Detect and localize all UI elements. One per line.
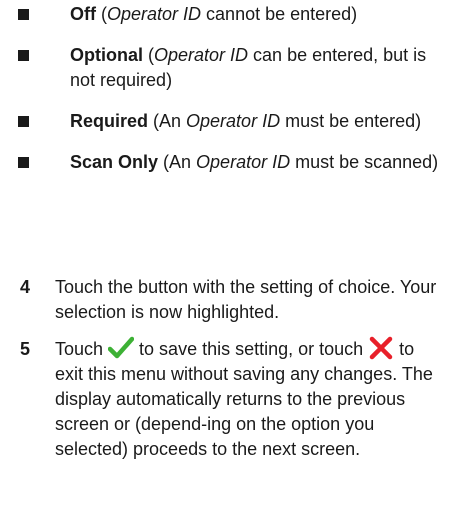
option-scan-only: Scan Only (An Operator ID must be scanne… [16, 150, 446, 175]
option-desc-open: (An [148, 111, 187, 131]
checkmark-icon [107, 336, 135, 360]
step-4: 4 Touch the button with the setting of c… [20, 275, 445, 325]
bullet-square-icon [18, 157, 29, 168]
option-name: Optional [70, 45, 143, 65]
option-desc-rest: cannot be entered) [201, 4, 358, 24]
operator-id-options-list: Off (Operator ID cannot be entered) Opti… [16, 2, 446, 191]
step-text: Touch the button with the setting of cho… [55, 277, 437, 322]
step-number: 5 [20, 339, 31, 359]
bullet-square-icon [18, 9, 29, 20]
step-number: 4 [20, 277, 31, 297]
step-text-b: to save this setting, or touch [134, 339, 369, 359]
instruction-steps: 4 Touch the button with the setting of c… [20, 275, 445, 474]
option-desc-italic: Operator ID [186, 111, 281, 131]
option-desc-italic: Operator ID [154, 45, 249, 65]
option-desc-rest: must be entered) [280, 111, 422, 131]
option-optional: Optional (Operator ID can be entered, bu… [16, 43, 446, 93]
x-cross-icon [368, 336, 394, 360]
option-desc-open: ( [96, 4, 107, 24]
option-required: Required (An Operator ID must be entered… [16, 109, 446, 134]
option-desc-open: (An [158, 152, 197, 172]
option-name: Scan Only [70, 152, 159, 172]
step-5: 5 Touch to save this setting, or touch t… [20, 337, 445, 462]
option-off: Off (Operator ID cannot be entered) [16, 2, 446, 27]
option-desc-rest: must be scanned) [290, 152, 439, 172]
bullet-square-icon [18, 116, 29, 127]
option-desc-open: ( [143, 45, 154, 65]
option-desc-italic: Operator ID [107, 4, 202, 24]
option-desc-italic: Operator ID [196, 152, 291, 172]
option-name: Off [70, 4, 96, 24]
option-name: Required [70, 111, 149, 131]
bullet-square-icon [18, 50, 29, 61]
step-text-a: Touch [55, 339, 109, 359]
